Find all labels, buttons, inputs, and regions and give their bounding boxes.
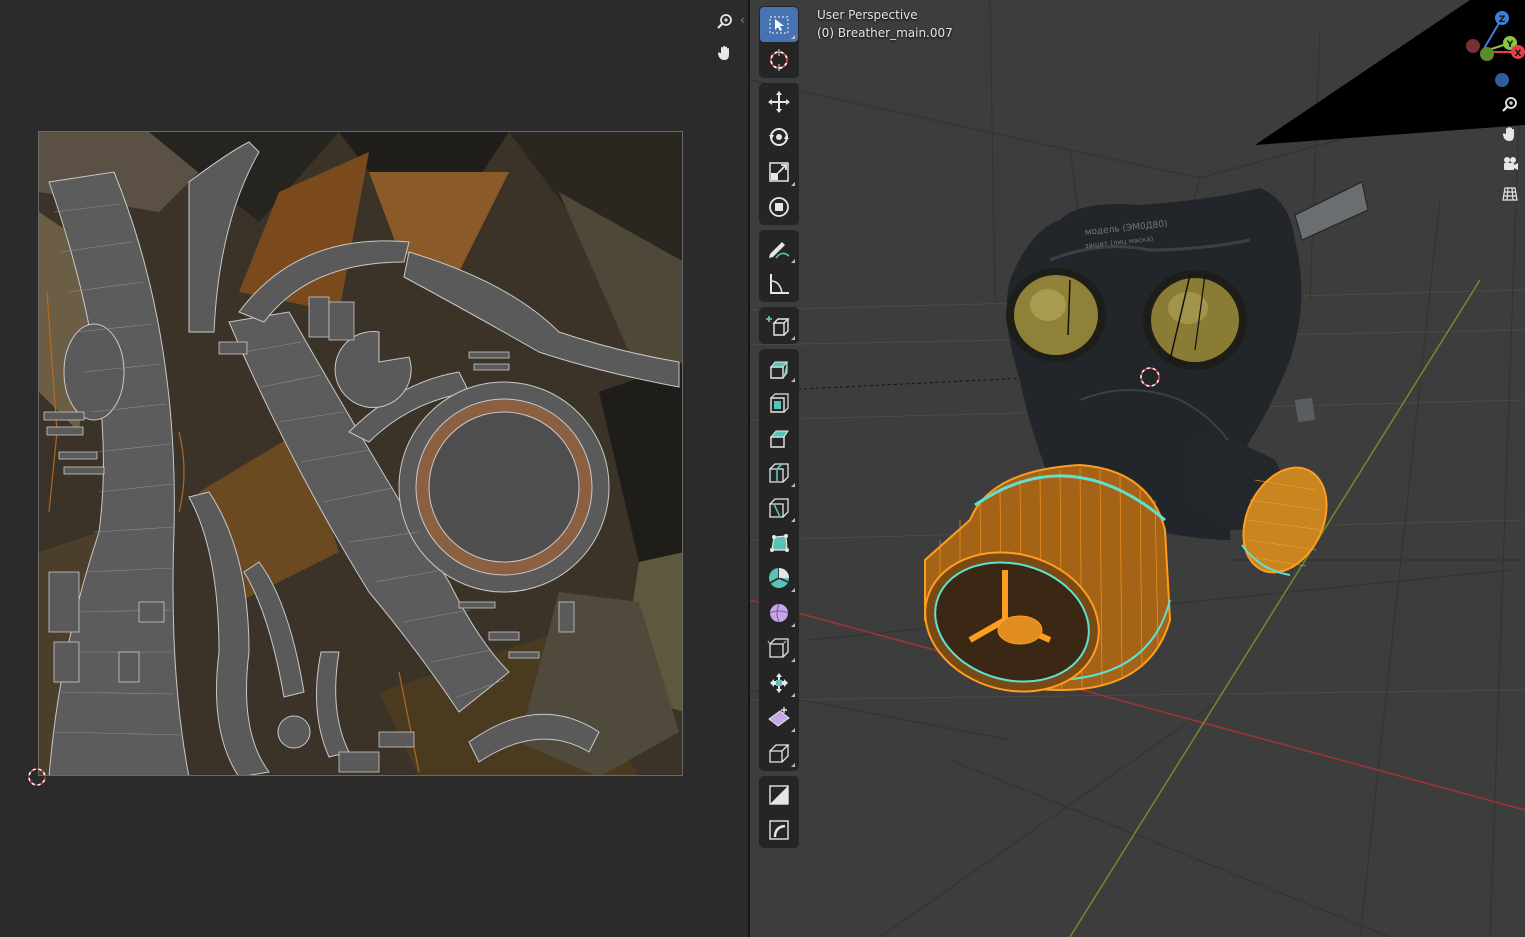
measure-icon [770,273,789,294]
loop-cut-icon [769,462,789,483]
rotate-tool[interactable] [760,119,798,154]
tool-group-add [759,307,799,344]
knife-tool[interactable] [760,490,798,525]
annotate-tool[interactable] [760,231,798,266]
edge-slide-icon [767,637,789,658]
loop-cut-tool[interactable] [760,455,798,490]
3d-viewport[interactable]: модель (ЭМ0Д80) защит (лиц маска) User P… [750,0,1525,937]
cursor-tool[interactable] [760,42,798,77]
rotate-icon [769,127,789,146]
navigation-gizmo[interactable]: Z Y X [1435,6,1525,96]
measure-tool[interactable] [760,266,798,301]
camera-view-button[interactable] [1499,153,1521,175]
uv-2d-cursor-icon[interactable] [25,765,49,789]
bend-tool[interactable] [760,812,798,847]
knife-icon [769,497,789,518]
scale-tool[interactable] [760,154,798,189]
pan-hand-icon [1502,127,1514,141]
uv-zoom-button[interactable] [712,9,738,35]
uv-editor[interactable]: ‹ [0,0,748,937]
cursor-icon [770,48,788,71]
bend-icon [769,819,789,840]
bevel-tool[interactable] [760,420,798,455]
tool-group-deform [759,776,799,848]
select-box-tool[interactable] [760,7,798,42]
rip-region-icon [769,743,790,763]
shear-box-tool[interactable] [760,777,798,812]
poly-build-tool[interactable] [760,525,798,560]
select-box-icon [769,15,789,34]
add-cube-tool[interactable] [760,308,798,343]
tool-group-mesh [759,349,799,771]
tool-group-annotate [759,230,799,302]
axis-gizmo-icon: Z Y X [1466,11,1525,87]
zoom-icon [1502,97,1517,112]
zoom-icon [717,14,732,29]
active-object-label: (0) Breather_main.007 [817,26,953,40]
rip-region-tool[interactable] [760,735,798,770]
add-cube-icon [766,315,790,336]
gizmo-z-label: Z [1499,15,1506,25]
uv-texture-canvas[interactable] [38,131,683,776]
shear-icon [768,706,790,727]
shear-tool[interactable] [760,700,798,735]
uv-pan-button[interactable] [712,40,738,66]
scale-icon [769,161,789,182]
smooth-tool[interactable] [760,595,798,630]
inset-tool[interactable] [760,385,798,420]
shear-box-icon [769,784,789,805]
viewport-scene: модель (ЭМ0Д80) защит (лиц маска) [750,0,1525,937]
move-tool[interactable] [760,84,798,119]
tool-shelf [759,6,799,853]
transform-icon [769,196,789,217]
ortho-toggle-button[interactable] [1499,183,1521,205]
shrink-fatten-tool[interactable] [760,665,798,700]
grid-ortho-icon [1502,187,1518,201]
annotate-icon [769,241,790,259]
view-name-label: User Perspective [817,8,918,22]
blender-window: ‹ модель (ЭМ0Д80) защит (лиц маска) User… [0,0,1525,937]
gizmo-x-label: X [1515,49,1522,59]
smooth-icon [769,603,789,622]
edge-slide-tool[interactable] [760,630,798,665]
transform-tool[interactable] [760,189,798,224]
extrude-icon [769,361,789,379]
tool-group-transform [759,83,799,225]
shrink-fatten-icon [770,672,788,693]
extrude-tool[interactable] [760,350,798,385]
camera-icon [1504,157,1518,170]
bevel-icon [769,430,789,448]
spin-icon [769,567,789,588]
viewport-zoom-button[interactable] [1499,94,1521,116]
inset-icon [770,392,789,413]
viewport-pan-button[interactable] [1499,123,1521,145]
spin-tool[interactable] [760,560,798,595]
pan-hand-icon [717,46,729,60]
tool-group-select [759,6,799,78]
move-icon [768,90,790,113]
collapse-arrow[interactable]: ‹ [740,13,745,27]
uv-layout [39,132,682,775]
poly-build-icon [770,533,789,552]
